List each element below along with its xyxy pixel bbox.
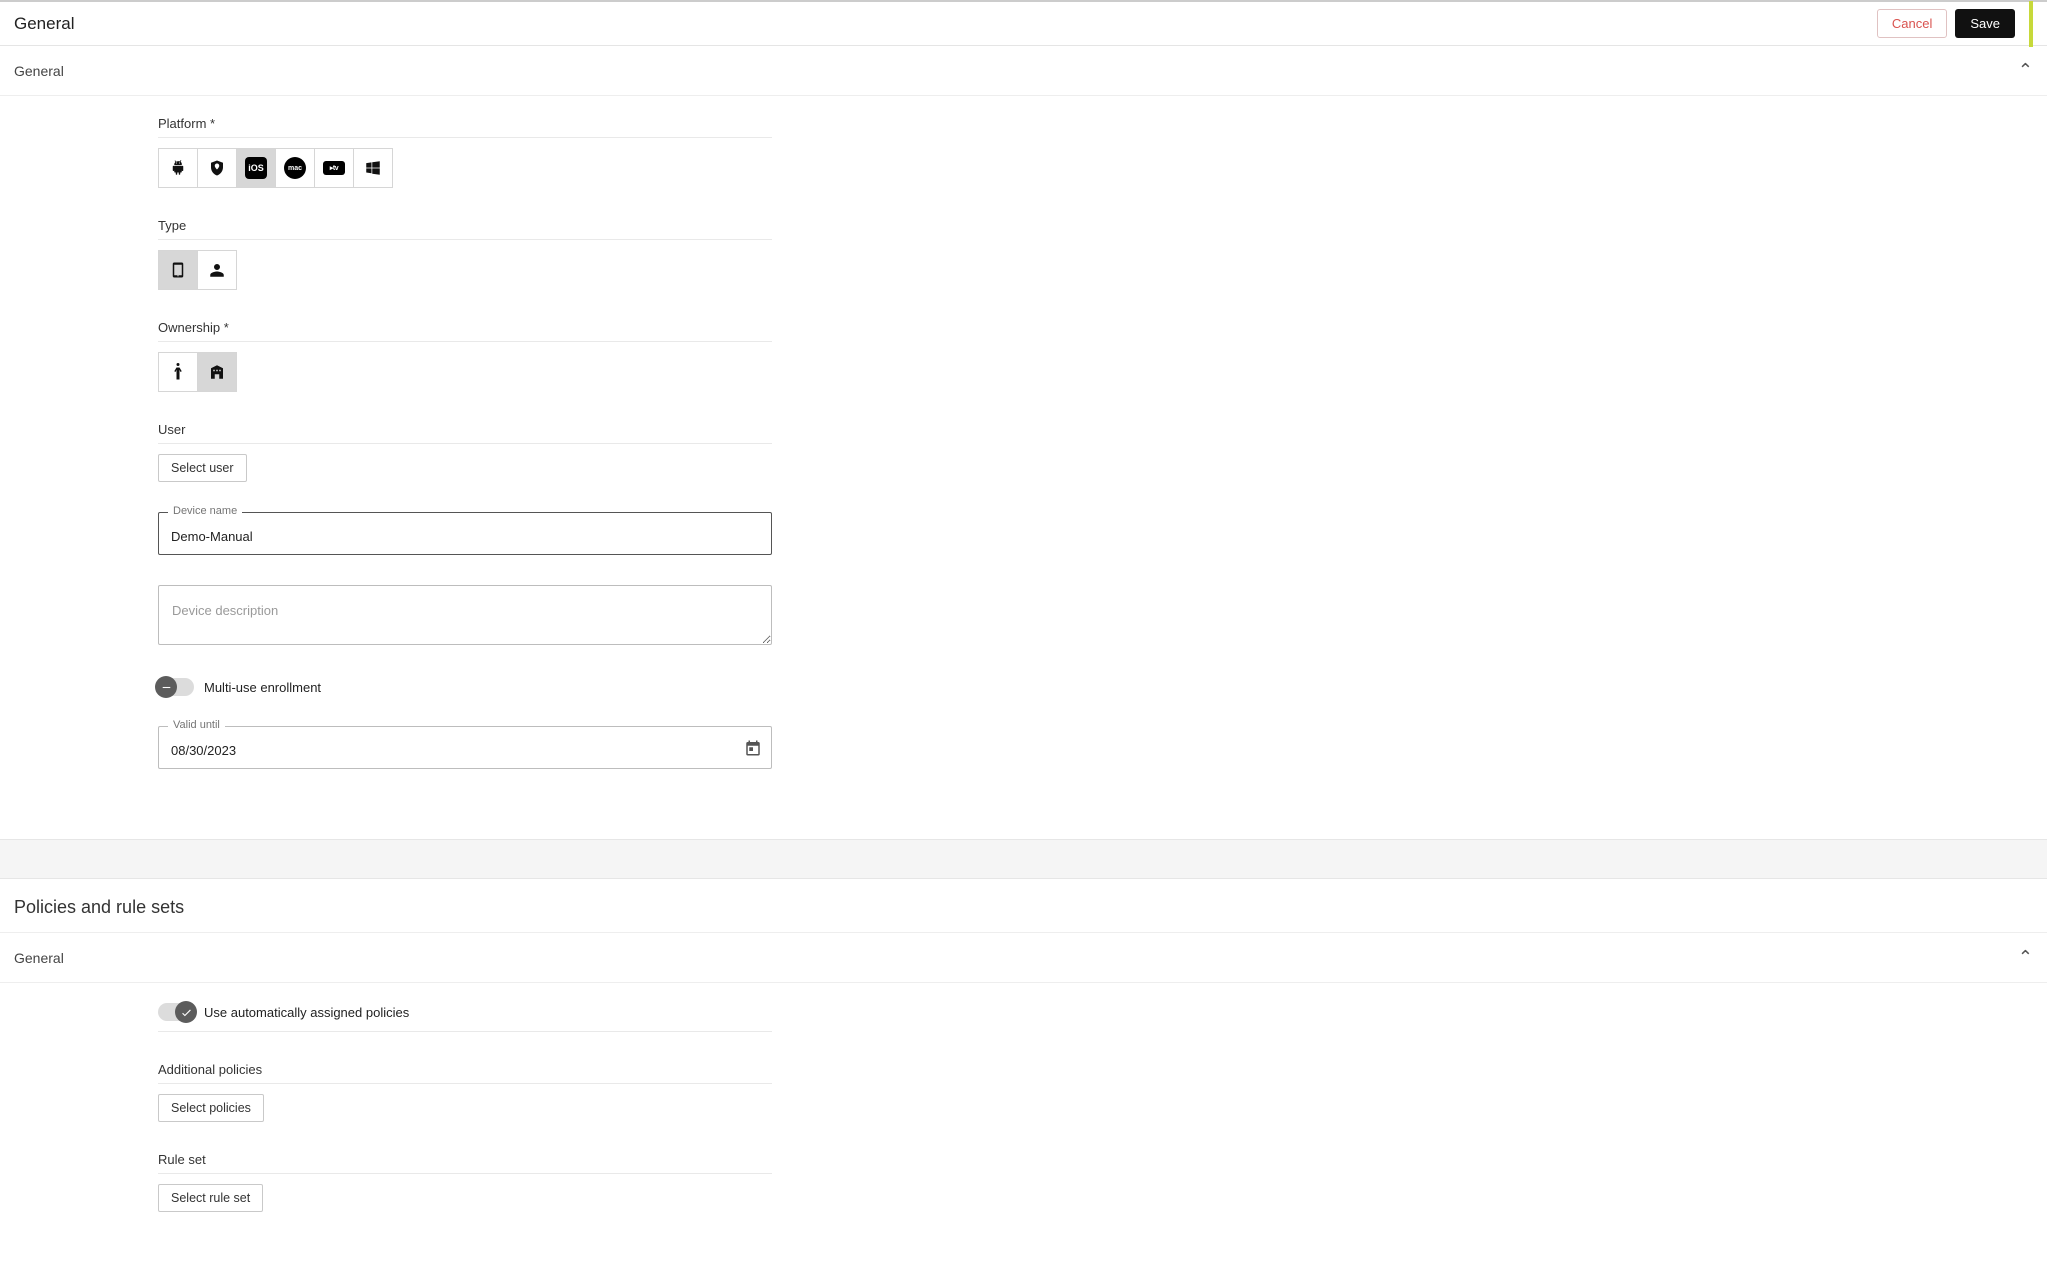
- rule-set-label: Rule set: [158, 1152, 772, 1174]
- type-toggle-group: [158, 250, 928, 290]
- platform-windows[interactable]: [353, 148, 393, 188]
- person-icon: [208, 261, 226, 279]
- valid-until-wrap: Valid until: [158, 726, 772, 769]
- field-auto-policies: Use automatically assigned policies: [158, 1003, 928, 1032]
- appletv-icon: ▸tv: [323, 161, 345, 175]
- page-title: General: [14, 14, 74, 34]
- mac-icon: mac: [284, 157, 306, 179]
- user-label: User: [158, 422, 772, 444]
- device-name-floating-label: Device name: [168, 505, 242, 517]
- toggle-off-icon: [155, 676, 177, 698]
- multi-use-label: Multi-use enrollment: [204, 680, 321, 695]
- field-user: User Select user: [158, 422, 928, 482]
- field-valid-until: Valid until: [158, 726, 928, 769]
- chevron-up-icon: ⌃: [2018, 60, 2033, 81]
- ownership-toggle-group: [158, 352, 928, 392]
- accent-bar: [2029, 1, 2033, 47]
- platform-toggle-group: iOS mac ▸tv: [158, 148, 928, 188]
- device-description-input[interactable]: [158, 585, 772, 645]
- platform-label: Platform *: [158, 116, 772, 138]
- field-type: Type: [158, 218, 928, 290]
- section-general-body: Platform * iOS mac: [0, 96, 2047, 839]
- ownership-label: Ownership *: [158, 320, 772, 342]
- select-rule-set-button[interactable]: Select rule set: [158, 1184, 263, 1212]
- auto-policies-toggle[interactable]: [158, 1003, 194, 1021]
- phone-icon: [169, 261, 187, 279]
- platform-android[interactable]: [158, 148, 198, 188]
- android-icon: [169, 159, 187, 177]
- platform-ios[interactable]: iOS: [236, 148, 276, 188]
- device-name-field-wrap: Device name: [158, 512, 772, 555]
- chevron-up-icon: ⌃: [2018, 947, 2033, 968]
- header-actions: Cancel Save: [1877, 1, 2033, 47]
- section-policies-general-header[interactable]: General ⌃: [0, 933, 2047, 983]
- additional-policies-label: Additional policies: [158, 1062, 772, 1084]
- ios-icon: iOS: [245, 157, 267, 179]
- platform-android-enterprise[interactable]: [197, 148, 237, 188]
- device-name-input[interactable]: [158, 512, 772, 555]
- person-stand-icon: [169, 363, 187, 381]
- section-general-header[interactable]: General ⌃: [0, 46, 2047, 96]
- type-user[interactable]: [197, 250, 237, 290]
- valid-until-input[interactable]: [158, 726, 772, 769]
- ownership-corporate[interactable]: [197, 352, 237, 392]
- panel-divider: [0, 839, 2047, 879]
- valid-until-label: Valid until: [168, 719, 225, 731]
- type-label: Type: [158, 218, 772, 240]
- device-desc-wrap: Device description: [158, 585, 772, 648]
- section-policies-body: Use automatically assigned policies Addi…: [0, 983, 2047, 1282]
- field-multi-use: Multi-use enrollment: [158, 678, 928, 696]
- field-device-name: Device name: [158, 512, 928, 555]
- save-button[interactable]: Save: [1955, 9, 2015, 38]
- shield-icon: [208, 159, 226, 177]
- field-rule-set: Rule set Select rule set: [158, 1152, 928, 1212]
- field-device-description: Device description: [158, 585, 928, 648]
- cancel-button[interactable]: Cancel: [1877, 9, 1947, 38]
- type-device[interactable]: [158, 250, 198, 290]
- field-additional-policies: Additional policies Select policies: [158, 1062, 928, 1122]
- toggle-on-icon: [175, 1001, 197, 1023]
- section-general-title: General: [14, 63, 64, 79]
- calendar-icon[interactable]: [744, 739, 762, 757]
- field-platform: Platform * iOS mac: [158, 116, 928, 188]
- page-header: General Cancel Save: [0, 0, 2047, 46]
- platform-appletv[interactable]: ▸tv: [314, 148, 354, 188]
- windows-icon: [364, 159, 382, 177]
- select-policies-button[interactable]: Select policies: [158, 1094, 264, 1122]
- building-icon: [208, 363, 226, 381]
- field-ownership: Ownership *: [158, 320, 928, 392]
- policies-section-title: Policies and rule sets: [0, 879, 2047, 933]
- select-user-button[interactable]: Select user: [158, 454, 247, 482]
- multi-use-toggle[interactable]: [158, 678, 194, 696]
- ownership-personal[interactable]: [158, 352, 198, 392]
- platform-macos[interactable]: mac: [275, 148, 315, 188]
- auto-policies-label: Use automatically assigned policies: [204, 1005, 409, 1020]
- policies-general-title: General: [14, 950, 64, 966]
